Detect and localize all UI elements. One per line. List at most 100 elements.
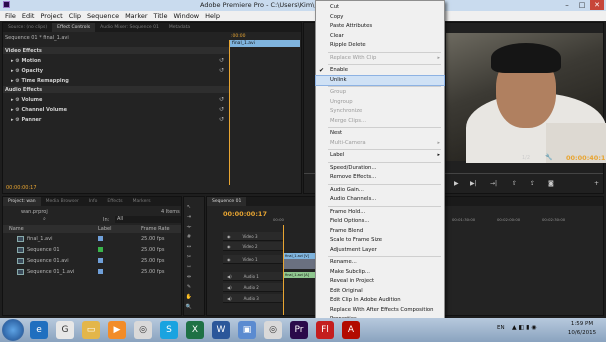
menu-item-replace-with-after-effects-composition[interactable]: Replace With After Effects Composition — [316, 306, 444, 316]
effect-motion[interactable]: ▸ ⚙ Motion — [11, 58, 41, 64]
menu-item-speed-duration[interactable]: Speed/Duration... — [316, 164, 444, 174]
menu-item-paste-attributes[interactable]: Paste Attributes — [316, 22, 444, 32]
tab-info[interactable]: Info — [84, 199, 103, 204]
tab-project[interactable]: Project: wan — [3, 197, 41, 206]
effect-opacity[interactable]: ▸ ⚙ Opacity — [11, 68, 43, 74]
pen-tool-icon[interactable]: ✎ — [185, 283, 193, 291]
project-item-row[interactable]: Sequence 01_1.avi 25.00 fps — [3, 268, 181, 278]
speaker-icon[interactable]: ◀) — [227, 274, 232, 279]
effect-channel-volume[interactable]: ▸ ⚙ Channel Volume — [11, 107, 67, 113]
close-icon[interactable]: ✕ — [590, 0, 604, 10]
track-header[interactable]: ◀) Audio 3 — [223, 294, 283, 303]
menu-item-nest[interactable]: Nest — [316, 129, 444, 139]
clock-date[interactable]: 10/6/2015 — [564, 330, 600, 336]
effect-panner[interactable]: ▸ ⚙ Panner — [11, 117, 41, 123]
play-icon[interactable]: ▶ — [454, 180, 459, 187]
reset-icon[interactable]: ↺ — [219, 96, 224, 103]
menu-project[interactable]: Project — [40, 12, 62, 20]
track-header[interactable]: ◉ Video 2 — [223, 242, 283, 251]
excel-icon[interactable]: X — [186, 321, 204, 339]
ripple-edit-tool-icon[interactable]: ⟛ — [185, 223, 193, 231]
effect-time-remapping[interactable]: ▸ ⚙ Time Remapping — [11, 78, 69, 84]
speaker-icon[interactable]: ◀) — [227, 296, 232, 301]
mini-timeline-clip[interactable]: final_1.avi — [230, 40, 300, 47]
menu-item-frame-blend[interactable]: Frame Blend — [316, 227, 444, 237]
tab-effects[interactable]: Effects — [102, 199, 127, 204]
rate-stretch-tool-icon[interactable]: ↔ — [185, 243, 193, 251]
eye-icon[interactable]: ◉ — [227, 244, 231, 249]
zoom-tool-icon[interactable]: 🔍 — [185, 303, 193, 311]
menu-edit[interactable]: Edit — [22, 12, 35, 20]
column-label[interactable]: Label — [98, 226, 112, 232]
speaker-icon[interactable]: ◀) — [227, 285, 232, 290]
track-header[interactable]: ◉ Video 3 — [223, 232, 283, 241]
track-select-tool-icon[interactable]: ⇥ — [185, 213, 193, 221]
menu-file[interactable]: File — [5, 12, 16, 20]
reset-icon[interactable]: ↺ — [219, 106, 224, 113]
menu-title[interactable]: Title — [154, 12, 168, 20]
eye-icon[interactable]: ◉ — [227, 257, 231, 262]
google-icon[interactable]: G — [56, 321, 74, 339]
folder-icon[interactable]: ▭ — [82, 321, 100, 339]
tab-metadata[interactable]: Metadata — [164, 25, 195, 30]
hand-tool-icon[interactable]: ✋ — [185, 293, 193, 301]
slide-tool-icon[interactable]: ⇹ — [185, 273, 193, 281]
tab-sequence-01[interactable]: Sequence 01 — [207, 197, 247, 206]
menu-item-audio-channels[interactable]: Audio Channels... — [316, 195, 444, 205]
menu-item-make-subclip[interactable]: Make Subclip... — [316, 268, 444, 278]
menu-item-scale-to-frame-size[interactable]: Scale to Frame Size — [316, 236, 444, 246]
tab-audio-mixer[interactable]: Audio Mixer: Sequence 01 — [95, 25, 164, 30]
menu-clip[interactable]: Clip — [69, 12, 81, 20]
menu-item-clear[interactable]: Clear — [316, 32, 444, 42]
search-icon[interactable]: ⌕ — [43, 216, 46, 222]
menu-marker[interactable]: Marker — [125, 12, 147, 20]
export-frame-icon[interactable]: ◙ — [548, 180, 554, 187]
chrome-icon[interactable]: ◎ — [264, 321, 282, 339]
in-dropdown[interactable]: All — [115, 216, 181, 223]
maximize-icon[interactable]: □ — [575, 0, 589, 10]
track-header[interactable]: ◉ Video 1 — [223, 255, 283, 264]
slip-tool-icon[interactable]: ⇿ — [185, 263, 193, 271]
add-icon[interactable]: + — [594, 180, 599, 187]
adobe-icon[interactable]: A — [342, 321, 360, 339]
tab-markers[interactable]: Markers — [128, 199, 156, 204]
menu-item-audio-gain[interactable]: Audio Gain... — [316, 186, 444, 196]
chrome-icon[interactable]: ◎ — [134, 321, 152, 339]
project-item-row[interactable]: Sequence 01 25.00 fps — [3, 246, 181, 256]
column-frame-rate[interactable]: Frame Rate — [141, 226, 170, 232]
menu-item-rename[interactable]: Rename... — [316, 258, 444, 268]
menu-item-edit-clip-in-adobe-audition[interactable]: Edit Clip In Adobe Audition — [316, 296, 444, 306]
razor-tool-icon[interactable]: ✂ — [185, 253, 193, 261]
tab-media-browser[interactable]: Media Browser — [41, 199, 84, 204]
photos-icon[interactable]: ▣ — [238, 321, 256, 339]
wrench-icon[interactable]: 🔧 — [545, 154, 552, 161]
reset-icon[interactable]: ↺ — [219, 116, 224, 123]
track-header[interactable]: ◀) Audio 1 — [223, 272, 283, 281]
tray-icons[interactable]: ▲ ◧ ▮ ◉ — [512, 324, 537, 331]
project-item-row[interactable]: final_1.avi 25.00 fps — [3, 235, 181, 245]
track-header[interactable]: ◀) Audio 2 — [223, 283, 283, 292]
menu-item-enable[interactable]: Enable ✔ — [316, 66, 444, 76]
project-item-row[interactable]: Sequence 01.avi 25.00 fps — [3, 257, 181, 267]
minimize-icon[interactable]: – — [560, 0, 574, 10]
menu-item-cut[interactable]: Cut — [316, 3, 444, 13]
eye-icon[interactable]: ◉ — [227, 234, 231, 239]
lift-icon[interactable]: ⇧ — [512, 180, 517, 187]
menu-item-edit-original[interactable]: Edit Original — [316, 287, 444, 297]
menu-help[interactable]: Help — [205, 12, 220, 20]
selection-tool-icon[interactable]: ↖ — [185, 203, 193, 211]
rolling-edit-tool-icon[interactable]: # — [185, 233, 193, 241]
menu-item-adjustment-layer[interactable]: Adjustment Layer — [316, 246, 444, 256]
zoom-fraction[interactable]: 1/2 — [522, 155, 530, 161]
menu-item-field-options[interactable]: Field Options... — [316, 217, 444, 227]
effect-volume[interactable]: ▸ ⚙ Volume — [11, 97, 42, 103]
step-forward-icon[interactable]: ▶| — [470, 180, 477, 187]
tab-effect-controls[interactable]: Effect Controls — [52, 23, 96, 32]
word-icon[interactable]: W — [212, 321, 230, 339]
menu-item-remove-effects[interactable]: Remove Effects... — [316, 173, 444, 183]
reset-icon[interactable]: ↺ — [219, 57, 224, 64]
tab-source[interactable]: Source: (no clips) — [3, 25, 52, 30]
menu-item-label[interactable]: Label ▸ — [316, 151, 444, 161]
menu-item-ripple-delete[interactable]: Ripple Delete — [316, 41, 444, 51]
go-to-out-icon[interactable]: →| — [490, 180, 497, 187]
